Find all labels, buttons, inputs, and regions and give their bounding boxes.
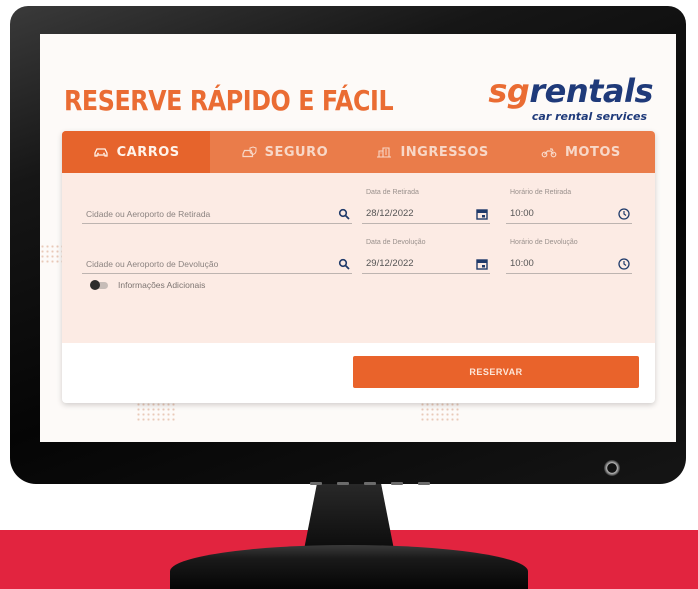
calendar-icon[interactable] xyxy=(476,208,488,220)
return-location-placeholder: Cidade ou Aeroporto de Devolução xyxy=(86,259,219,269)
tab-seguro[interactable]: SEGURO xyxy=(210,131,358,173)
monitor-stand-neck xyxy=(303,480,395,550)
car-icon xyxy=(93,146,109,158)
pickup-time-label: Horário de Retirada xyxy=(510,189,572,196)
tab-label: CARROS xyxy=(116,144,180,160)
clock-icon[interactable] xyxy=(618,258,630,270)
insurance-car-icon xyxy=(241,146,257,158)
pickup-location-placeholder: Cidade ou Aeroporto de Retirada xyxy=(86,209,211,219)
tab-ingressos[interactable]: INGRESSOS xyxy=(359,131,507,173)
pickup-time-field[interactable]: Horário de Retirada 10:00 xyxy=(506,189,632,224)
clock-icon[interactable] xyxy=(618,208,630,220)
return-date-label: Data de Devolução xyxy=(366,239,426,246)
return-time-value: 10:00 xyxy=(510,258,534,269)
reserve-button[interactable]: RESERVAR xyxy=(353,356,639,388)
logo-tagline: car rental services xyxy=(531,110,647,123)
return-date-field[interactable]: Data de Devolução 29/12/2022 xyxy=(362,239,490,274)
monitor-screen: RESERVE RÁPIDO E FÁCIL sgrentals car ren… xyxy=(40,34,676,442)
monitor-frame: RESERVE RÁPIDO E FÁCIL sgrentals car ren… xyxy=(10,6,686,485)
category-tabs: CARROS SEGURO INGRESSOS MOTOS xyxy=(62,131,655,173)
booking-card: CARROS SEGURO INGRESSOS MOTOS Cidade ou … xyxy=(62,131,655,403)
decorative-dots xyxy=(420,402,460,422)
booking-form: Cidade ou Aeroporto de Retirada Data de … xyxy=(62,173,655,343)
return-time-field[interactable]: Horário de Devolução 10:00 xyxy=(506,239,632,274)
additional-info-toggle[interactable] xyxy=(90,279,108,290)
tab-label: SEGURO xyxy=(264,144,329,160)
brand-logo: sgrentals car rental services xyxy=(483,72,653,132)
calendar-icon[interactable] xyxy=(476,258,488,270)
return-time-label: Horário de Devolução xyxy=(510,239,578,246)
monitor-control-buttons xyxy=(310,482,430,488)
logo-rentals-text: rentals xyxy=(529,72,653,110)
logo-sg-text: sg xyxy=(488,72,530,110)
pickup-date-label: Data de Retirada xyxy=(366,189,419,196)
power-button-icon xyxy=(604,460,620,476)
return-date-value: 29/12/2022 xyxy=(366,258,414,269)
pickup-date-field[interactable]: Data de Retirada 28/12/2022 xyxy=(362,189,490,224)
search-icon[interactable] xyxy=(338,208,350,220)
search-icon[interactable] xyxy=(338,258,350,270)
additional-info-label: Informações Adicionais xyxy=(118,280,206,290)
return-location-field[interactable]: Cidade ou Aeroporto de Devolução xyxy=(82,251,352,274)
pickup-location-field[interactable]: Cidade ou Aeroporto de Retirada xyxy=(82,201,352,224)
motorcycle-icon xyxy=(541,146,557,158)
tab-label: MOTOS xyxy=(564,144,621,160)
decorative-dots xyxy=(136,402,176,422)
monitor-stand-base xyxy=(170,545,528,589)
pickup-date-value: 28/12/2022 xyxy=(366,208,414,219)
page-title: RESERVE RÁPIDO E FÁCIL xyxy=(64,84,394,117)
building-icon xyxy=(376,146,392,158)
additional-info-row: Informações Adicionais xyxy=(90,279,206,290)
tab-carros[interactable]: CARROS xyxy=(62,131,211,173)
pickup-time-value: 10:00 xyxy=(510,208,534,219)
tab-label: INGRESSOS xyxy=(400,144,489,160)
tab-motos[interactable]: MOTOS xyxy=(507,131,655,173)
